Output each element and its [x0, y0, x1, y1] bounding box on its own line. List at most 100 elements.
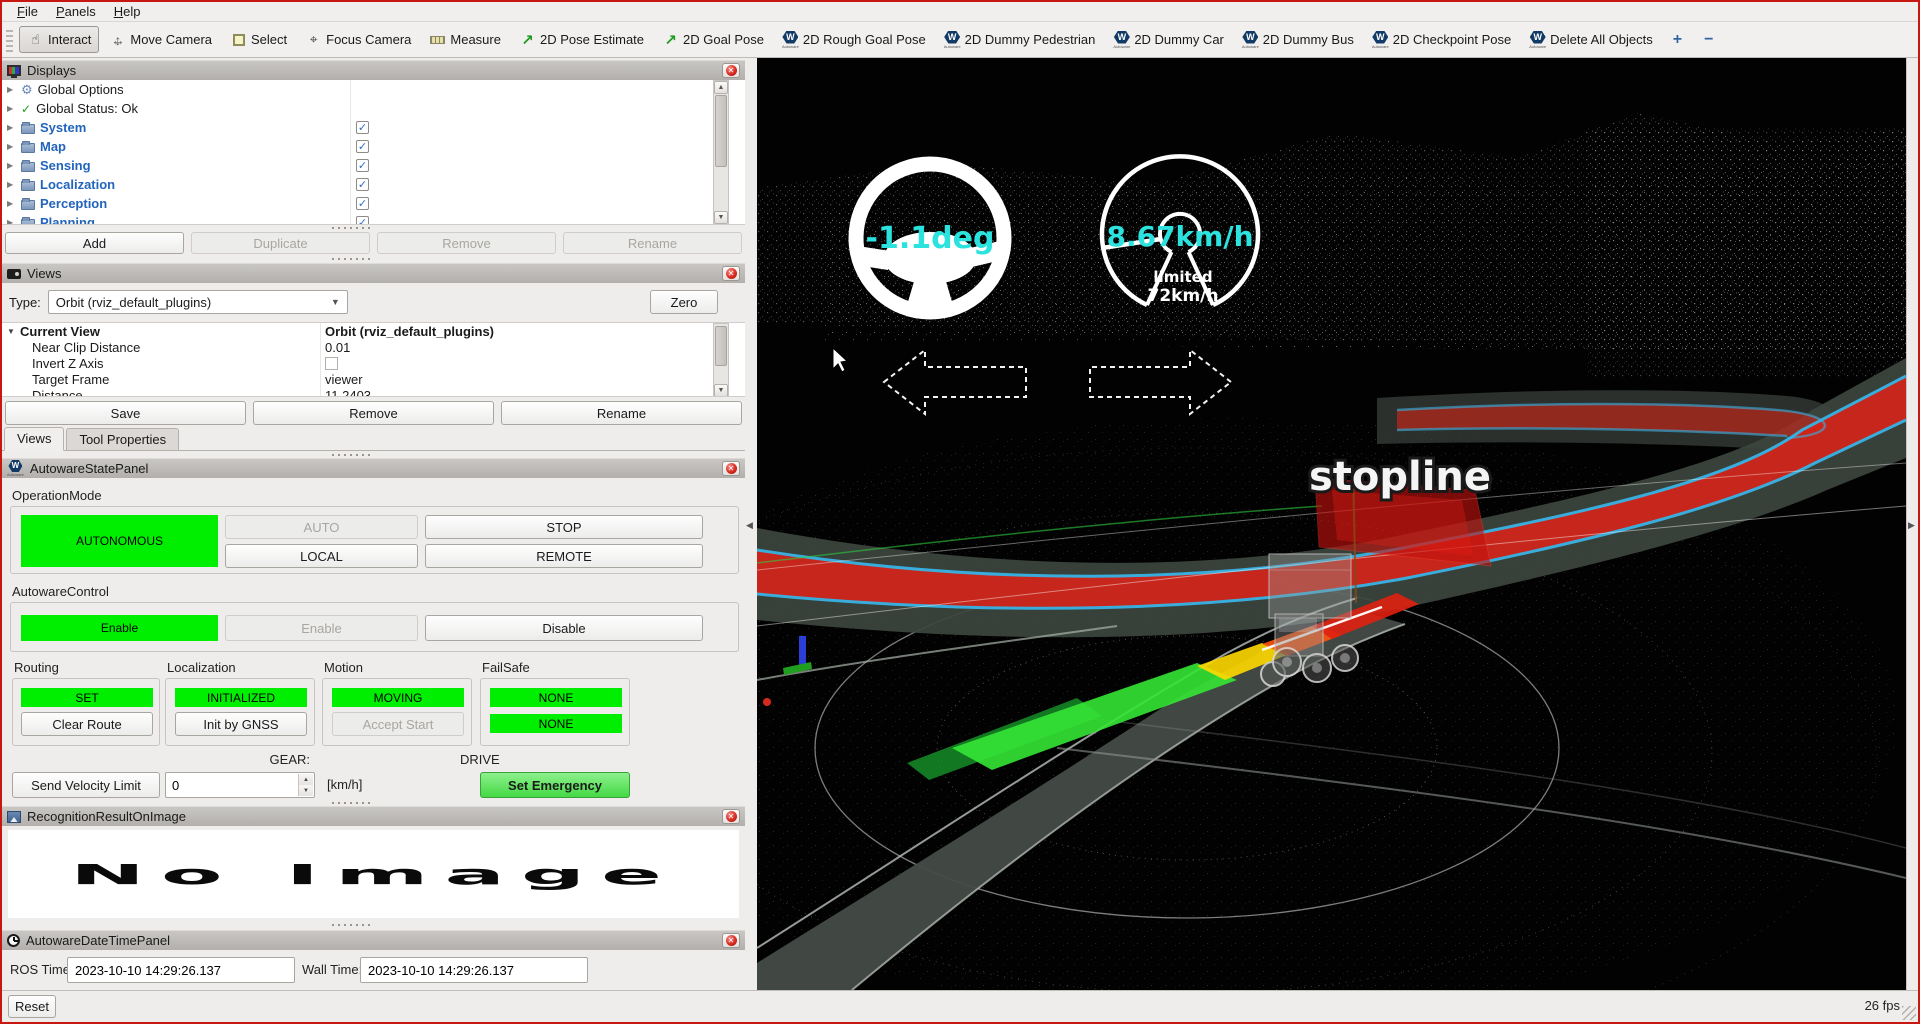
dock-separator[interactable]: [332, 258, 372, 260]
scroll-up-icon[interactable]: ▲: [714, 81, 728, 94]
recognition-panel-titlebar[interactable]: RecognitionResultOnImage ✕: [2, 806, 745, 826]
save-button[interactable]: Save: [5, 401, 246, 425]
menu-panels[interactable]: Panels: [47, 3, 105, 20]
tree-row-perception[interactable]: ▶ Perception ✓: [2, 194, 745, 213]
init-by-gnss-button[interactable]: Init by GNSS: [175, 712, 307, 736]
close-button[interactable]: ✕: [722, 63, 740, 78]
tool-focus-camera[interactable]: ⌖ Focus Camera: [297, 26, 419, 53]
enabled-checkbox[interactable]: ✓: [356, 216, 369, 225]
prop-row-invert-z[interactable]: Invert Z Axis: [2, 355, 745, 371]
tree-row-sensing[interactable]: ▶ Sensing ✓: [2, 156, 745, 175]
toolbar-drag-handle[interactable]: [6, 28, 13, 52]
prop-row-current-view[interactable]: ▼ Current View Orbit (rviz_default_plugi…: [2, 323, 745, 339]
displays-panel-titlebar[interactable]: Displays ✕: [2, 60, 745, 80]
tool-delete-all-objects[interactable]: WAutoware Delete All Objects: [1521, 26, 1661, 54]
tool-2d-dummy-pedestrian[interactable]: WAutoware 2D Dummy Pedestrian: [936, 26, 1104, 54]
tool-2d-dummy-bus[interactable]: WAutoware 2D Dummy Bus: [1234, 26, 1362, 54]
menu-help[interactable]: Help: [105, 3, 150, 20]
remove-tool-button[interactable]: −: [1694, 29, 1723, 51]
expand-arrow-icon[interactable]: ▶: [7, 218, 16, 225]
add-tool-button[interactable]: +: [1663, 29, 1692, 51]
local-button[interactable]: LOCAL: [225, 544, 418, 568]
state-panel-titlebar[interactable]: WAutoware AutowareStatePanel ✕: [2, 458, 745, 478]
remote-button[interactable]: REMOTE: [425, 544, 703, 568]
views-panel-titlebar[interactable]: Views ✕: [2, 263, 745, 283]
dock-separator[interactable]: [332, 227, 372, 229]
dock-separator[interactable]: [332, 802, 372, 804]
ros-time-input[interactable]: [68, 958, 294, 982]
scroll-down-icon[interactable]: ▼: [714, 211, 728, 224]
disable-button[interactable]: Disable: [425, 615, 703, 641]
auto-button[interactable]: AUTO: [225, 515, 418, 539]
tool-2d-pose-estimate[interactable]: ↗ 2D Pose Estimate: [511, 26, 652, 53]
autonomous-status-button[interactable]: AUTONOMOUS: [21, 515, 218, 567]
datetime-panel-titlebar[interactable]: AutowareDateTimePanel ✕: [2, 930, 745, 950]
expand-arrow-icon[interactable]: ▶: [7, 123, 16, 132]
dock-separator[interactable]: [332, 924, 372, 926]
tab-views[interactable]: Views: [4, 427, 64, 451]
close-button[interactable]: ✕: [722, 809, 740, 824]
close-button[interactable]: ✕: [722, 933, 740, 948]
prop-row-near-clip[interactable]: Near Clip Distance 0.01: [2, 339, 745, 355]
velocity-limit-spinbox[interactable]: ▲▼: [165, 772, 315, 798]
velocity-limit-input[interactable]: [166, 778, 314, 793]
add-button[interactable]: Add: [5, 232, 184, 254]
set-emergency-button[interactable]: Set Emergency: [480, 772, 630, 798]
menu-file[interactable]: File: [8, 3, 47, 20]
enabled-checkbox[interactable]: ✓: [356, 121, 369, 134]
invert-z-checkbox[interactable]: [325, 357, 338, 370]
wall-time-input[interactable]: [361, 958, 587, 982]
enable-active-button[interactable]: Enable: [21, 615, 218, 641]
expand-arrow-icon[interactable]: ▶: [7, 180, 16, 189]
collapse-right-icon[interactable]: ▶: [1908, 520, 1915, 531]
dock-splitter[interactable]: ◀: [745, 58, 757, 990]
tree-row-map[interactable]: ▶ Map ✓: [2, 137, 745, 156]
send-velocity-limit-button[interactable]: Send Velocity Limit: [12, 772, 160, 798]
views-scrollbar[interactable]: ▼: [713, 323, 729, 397]
tab-tool-properties[interactable]: Tool Properties: [66, 428, 179, 450]
spinner-buttons[interactable]: ▲▼: [298, 774, 313, 796]
expand-arrow-icon[interactable]: ▶: [7, 142, 16, 151]
clear-route-button[interactable]: Clear Route: [21, 712, 153, 736]
collapse-left-icon[interactable]: ◀: [746, 520, 753, 531]
tool-measure[interactable]: Measure: [421, 26, 509, 53]
tool-2d-dummy-car[interactable]: WAutoware 2D Dummy Car: [1105, 26, 1231, 54]
tree-row-global-status[interactable]: ▶ ✓ Global Status: Ok: [2, 99, 745, 118]
zero-button[interactable]: Zero: [650, 290, 718, 314]
tree-row-planning[interactable]: ▶ Planning ✓: [2, 213, 745, 225]
tool-select[interactable]: Select: [222, 26, 295, 53]
tree-row-system[interactable]: ▶ System ✓: [2, 118, 745, 137]
stop-button[interactable]: STOP: [425, 515, 703, 539]
expand-arrow-icon[interactable]: ▶: [7, 85, 16, 94]
tool-2d-checkpoint-pose[interactable]: WAutoware 2D Checkpoint Pose: [1364, 26, 1519, 54]
remove-view-button[interactable]: Remove: [253, 401, 494, 425]
tree-row-global-options[interactable]: ▶ ⚙ Global Options: [2, 80, 745, 99]
close-button[interactable]: ✕: [722, 266, 740, 281]
expand-arrow-icon[interactable]: ▶: [7, 161, 16, 170]
wall-time-field[interactable]: [360, 957, 588, 983]
scroll-down-icon[interactable]: ▼: [714, 384, 728, 397]
resize-grip[interactable]: [1902, 1006, 1916, 1020]
tool-2d-rough-goal-pose[interactable]: WAutoware 2D Rough Goal Pose: [774, 26, 934, 54]
enabled-checkbox[interactable]: ✓: [356, 159, 369, 172]
dock-separator[interactable]: [332, 454, 372, 456]
enabled-checkbox[interactable]: ✓: [356, 178, 369, 191]
tool-2d-goal-pose[interactable]: ↗ 2D Goal Pose: [654, 26, 772, 53]
accept-start-button[interactable]: Accept Start: [332, 712, 464, 736]
scroll-thumb[interactable]: [715, 326, 727, 366]
tool-move-camera[interactable]: Move Camera: [101, 26, 220, 53]
displays-scrollbar[interactable]: ▲ ▼: [713, 80, 729, 225]
enabled-checkbox[interactable]: ✓: [356, 197, 369, 210]
expand-arrow-icon[interactable]: ▶: [7, 199, 16, 208]
duplicate-button[interactable]: Duplicate: [191, 232, 370, 254]
tree-row-localization[interactable]: ▶ Localization ✓: [2, 175, 745, 194]
tool-interact[interactable]: ☝ Interact: [19, 26, 99, 53]
prop-row-target-frame[interactable]: Target Frame viewer: [2, 371, 745, 387]
rename-button[interactable]: Rename: [563, 232, 742, 254]
remove-button[interactable]: Remove: [377, 232, 556, 254]
close-button[interactable]: ✕: [722, 461, 740, 476]
render-viewport-3d[interactable]: -1.1deg 8.67km/h limited 72km/h stopline: [757, 58, 1906, 990]
scroll-thumb[interactable]: [715, 95, 727, 167]
enable-button[interactable]: Enable: [225, 615, 418, 641]
enabled-checkbox[interactable]: ✓: [356, 140, 369, 153]
